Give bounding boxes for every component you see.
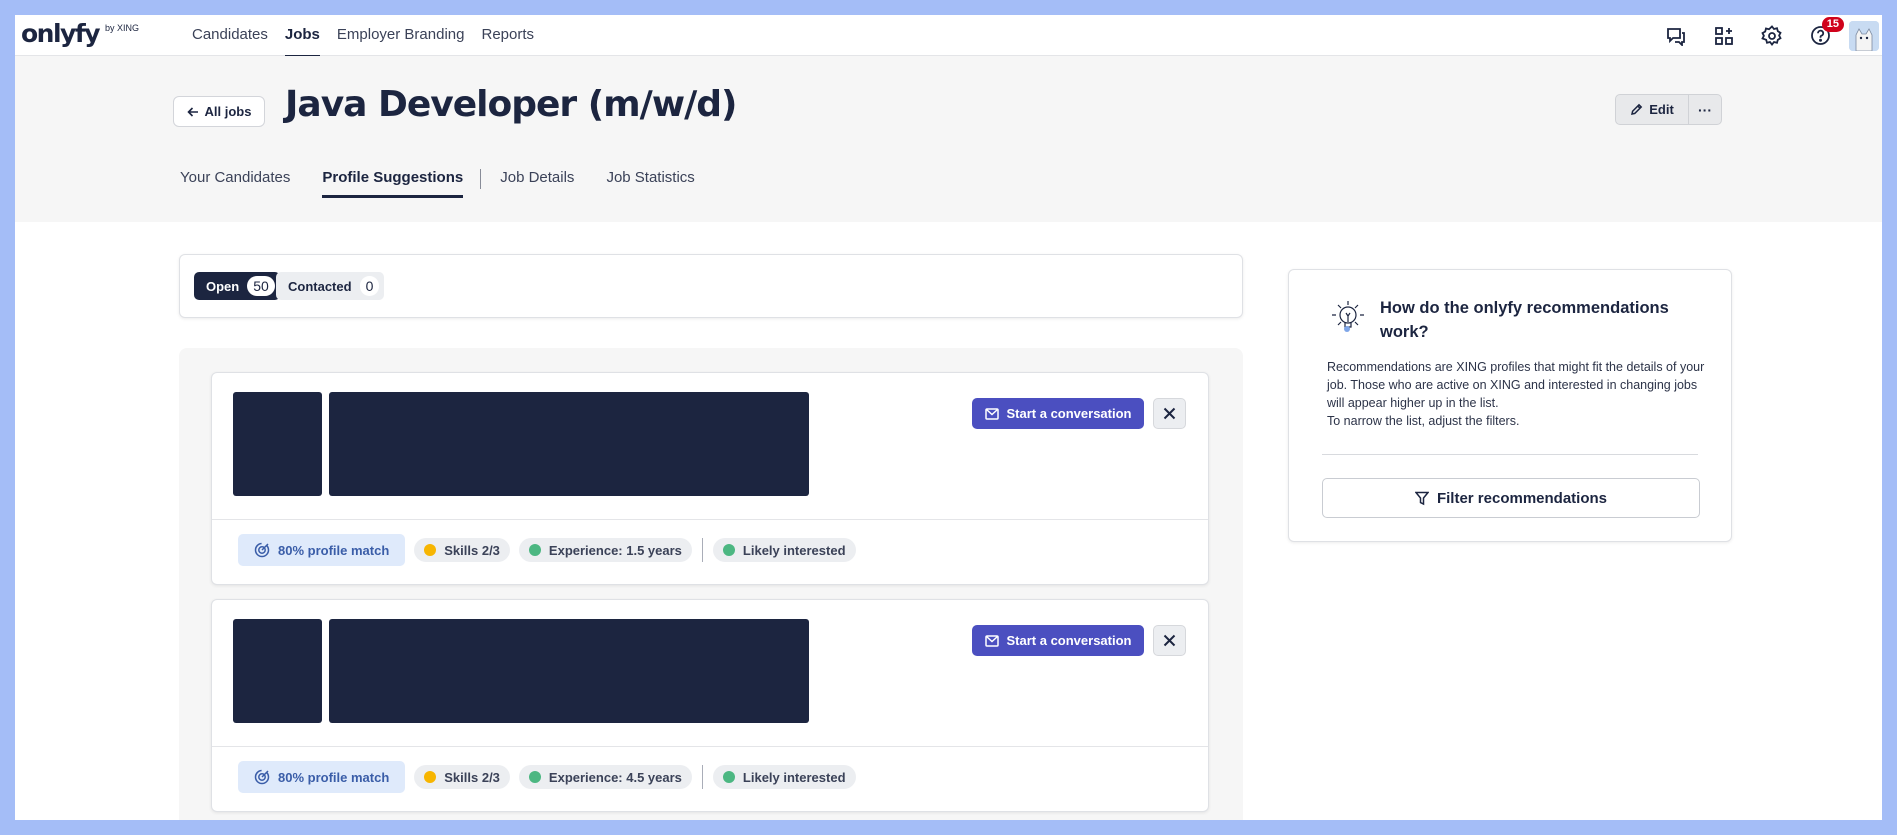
job-tabs: Your Candidates Profile Suggestions Job … <box>173 160 720 198</box>
lightbulb-icon <box>1329 298 1371 343</box>
nav-item-candidates[interactable]: Candidates <box>184 15 276 56</box>
candidate-tags: 80% profile match Skills 2/3 Experience:… <box>238 761 865 793</box>
help-body-text: Recommendations are XING profiles that m… <box>1327 360 1705 410</box>
onlyfy-logo[interactable]: onlyfy by XING <box>21 21 139 46</box>
help-body: Recommendations are XING profiles that m… <box>1327 358 1717 430</box>
contacted-count: 0 <box>359 276 380 296</box>
interest-label: Likely interested <box>742 542 846 558</box>
interest-dot-icon <box>722 544 735 556</box>
contacted-label: Contacted <box>288 278 352 294</box>
help-divider <box>1322 454 1698 455</box>
interest-tag: Likely interested <box>712 765 856 789</box>
tab-job-statistics[interactable]: Job Statistics <box>599 160 701 198</box>
recommendations-help-card: How do the onlyfy recommendations work? … <box>1288 269 1732 542</box>
more-options-button[interactable]: ··· <box>1689 94 1722 125</box>
experience-label: Experience: 1.5 years <box>548 542 682 558</box>
chat-icon[interactable] <box>1665 25 1687 47</box>
envelope-icon <box>984 407 999 420</box>
skills-label: Skills 2/3 <box>444 769 500 785</box>
candidate-info-placeholder <box>329 619 809 723</box>
experience-tag: Experience: 1.5 years <box>518 538 692 562</box>
nav-item-jobs[interactable]: Jobs <box>277 15 328 58</box>
tab-job-details[interactable]: Job Details <box>493 160 581 198</box>
envelope-icon <box>984 634 999 647</box>
skills-tag: Skills 2/3 <box>414 538 510 562</box>
experience-tag: Experience: 4.5 years <box>518 765 692 789</box>
start-conversation-button[interactable]: Start a conversation <box>972 625 1144 656</box>
help-icon[interactable]: 15 <box>1809 16 1844 47</box>
filter-recommendations-button[interactable]: Filter recommendations <box>1322 478 1700 518</box>
candidate-info-placeholder <box>329 392 809 496</box>
top-navigation-bar: onlyfy by XING Candidates Jobs Employer … <box>15 15 1882 58</box>
logo-wordmark: onlyfy <box>21 19 101 48</box>
nav-item-employer-branding[interactable]: Employer Branding <box>329 15 473 56</box>
candidate-photo-placeholder <box>233 619 322 723</box>
profile-match-badge: 80% profile match <box>238 761 406 793</box>
edit-button[interactable]: Edit <box>1615 94 1689 125</box>
start-conversation-button[interactable]: Start a conversation <box>972 398 1144 429</box>
filter-icon <box>1414 491 1429 505</box>
tag-divider <box>701 765 703 789</box>
tag-divider <box>701 538 703 562</box>
dismiss-button[interactable] <box>1153 625 1186 656</box>
app-frame: onlyfy by XING Candidates Jobs Employer … <box>15 15 1882 820</box>
candidate-photo-placeholder <box>233 392 322 496</box>
tab-your-candidates[interactable]: Your Candidates <box>173 160 297 198</box>
card-divider <box>212 519 1208 520</box>
job-header: All jobs Java Developer (m/w/d) Edit ···… <box>15 56 1882 222</box>
status-filter-card: Open 50 Contacted 0 <box>179 254 1243 318</box>
apps-add-icon[interactable] <box>1713 25 1735 47</box>
skills-label: Skills 2/3 <box>444 542 500 558</box>
target-icon <box>254 542 270 558</box>
profile-match-label: 80% profile match <box>278 769 390 785</box>
main-nav: Candidates Jobs Employer Branding Report… <box>184 15 543 58</box>
tab-divider <box>480 169 482 189</box>
interest-label: Likely interested <box>742 769 846 785</box>
edit-label: Edit <box>1649 102 1674 117</box>
experience-dot-icon <box>528 771 541 783</box>
nav-item-reports[interactable]: Reports <box>473 15 542 56</box>
target-icon <box>254 769 270 785</box>
profile-match-badge: 80% profile match <box>238 534 406 566</box>
all-jobs-button[interactable]: All jobs <box>173 96 265 127</box>
arrow-left-icon <box>186 106 198 117</box>
more-options-icon: ··· <box>1698 101 1712 118</box>
close-icon <box>1163 634 1176 647</box>
gear-icon[interactable] <box>1761 24 1783 47</box>
interest-tag: Likely interested <box>712 538 856 562</box>
filter-recommendations-label: Filter recommendations <box>1436 489 1608 507</box>
skills-dot-icon <box>424 771 437 783</box>
avatar[interactable] <box>1849 20 1879 51</box>
pencil-icon <box>1631 103 1643 115</box>
help-title: How do the onlyfy recommendations work? <box>1380 299 1669 341</box>
open-filter-pill[interactable]: Open 50 <box>194 272 280 300</box>
experience-dot-icon <box>528 544 541 556</box>
dismiss-button[interactable] <box>1153 398 1186 429</box>
start-conversation-label: Start a conversation <box>1006 633 1132 648</box>
candidate-tags: 80% profile match Skills 2/3 Experience:… <box>238 534 865 566</box>
notification-badge: 15 <box>1821 16 1844 32</box>
close-icon <box>1163 407 1176 420</box>
experience-label: Experience: 4.5 years <box>548 769 682 785</box>
tab-profile-suggestions[interactable]: Profile Suggestions <box>315 160 470 198</box>
open-label: Open <box>206 278 240 294</box>
candidate-card[interactable]: Start a conversation 80% profile match S… <box>211 372 1209 585</box>
open-count: 50 <box>247 276 275 296</box>
skills-dot-icon <box>424 544 437 556</box>
skills-tag: Skills 2/3 <box>414 765 510 789</box>
top-icon-bar: 15 <box>1639 15 1882 56</box>
logo-byline: by XING <box>105 23 140 33</box>
interest-dot-icon <box>722 771 735 783</box>
all-jobs-label: All jobs <box>204 104 252 119</box>
page-title: Java Developer (m/w/d) <box>285 84 737 125</box>
profile-match-label: 80% profile match <box>278 542 390 558</box>
card-divider <box>212 746 1208 747</box>
start-conversation-label: Start a conversation <box>1006 406 1132 421</box>
contacted-filter-pill[interactable]: Contacted 0 <box>276 272 385 300</box>
help-body-hint: To narrow the list, adjust the filters. <box>1327 414 1520 428</box>
candidate-card[interactable]: Start a conversation 80% profile match S… <box>211 599 1209 812</box>
